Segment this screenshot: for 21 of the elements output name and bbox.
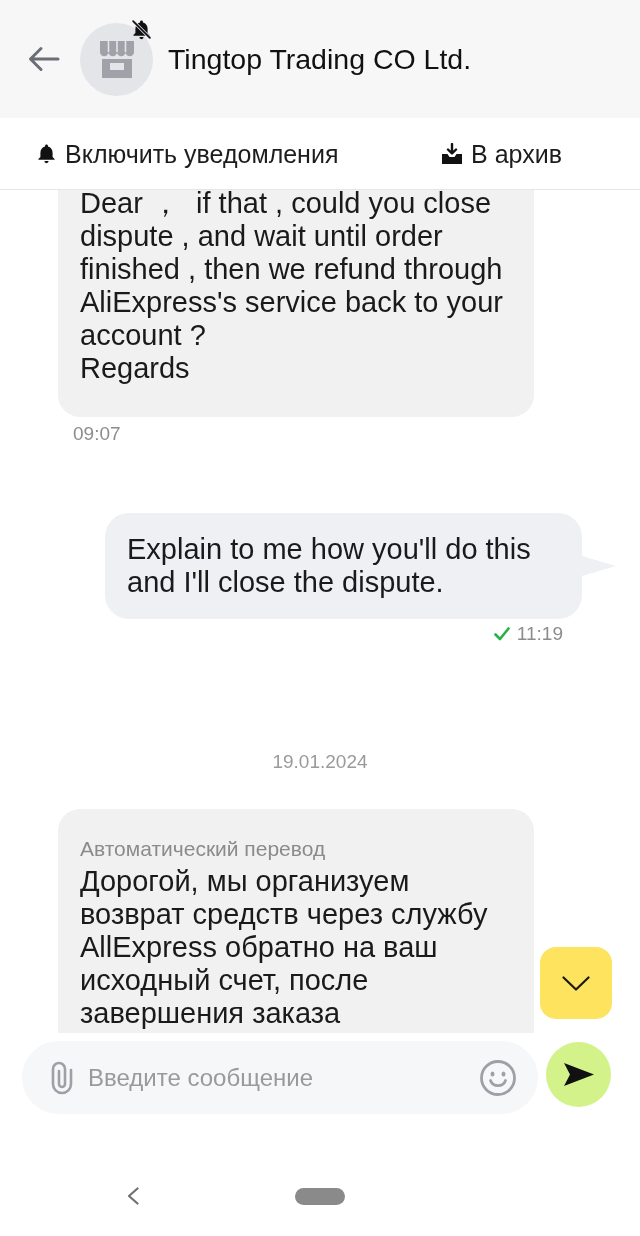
message-text: Dear ， if that , could you close dispute , and wait until order finished , then we refund through AliExpress's service back to your account ? Regards [80, 190, 504, 385]
paperclip-icon[interactable] [50, 1060, 74, 1095]
chevron-down-icon [562, 975, 590, 991]
inbox-download-icon [441, 143, 464, 164]
store-icon [99, 40, 134, 78]
date-label: 19.01.2024 [272, 751, 368, 773]
smiley-icon[interactable] [480, 1059, 516, 1096]
send-icon [563, 1063, 594, 1086]
message-composer[interactable]: Введите сообщение [22, 1041, 538, 1114]
message-time: 11:19 [516, 623, 563, 645]
bell-icon [36, 143, 57, 164]
message-time: 09:07 [73, 423, 121, 445]
translation-label: Автоматический перевод [80, 837, 327, 861]
enable-notifications-button[interactable]: Включить уведомления [36, 138, 339, 169]
chat-title: Tingtop Trading CO Ltd. [168, 42, 472, 76]
archive-button[interactable]: В архив [441, 138, 562, 169]
back-arrow-icon[interactable] [28, 46, 60, 72]
home-handle[interactable] [295, 1188, 345, 1205]
message-text: Дорогой, мы организуем возврат средств через службу AllExpress обратно на ваш исходный счет, после завершения заказа [80, 865, 489, 1030]
message-text: Explain to me how you'll do this and I'll close the dispute. [127, 533, 532, 599]
nav-back-icon[interactable] [127, 1187, 139, 1205]
